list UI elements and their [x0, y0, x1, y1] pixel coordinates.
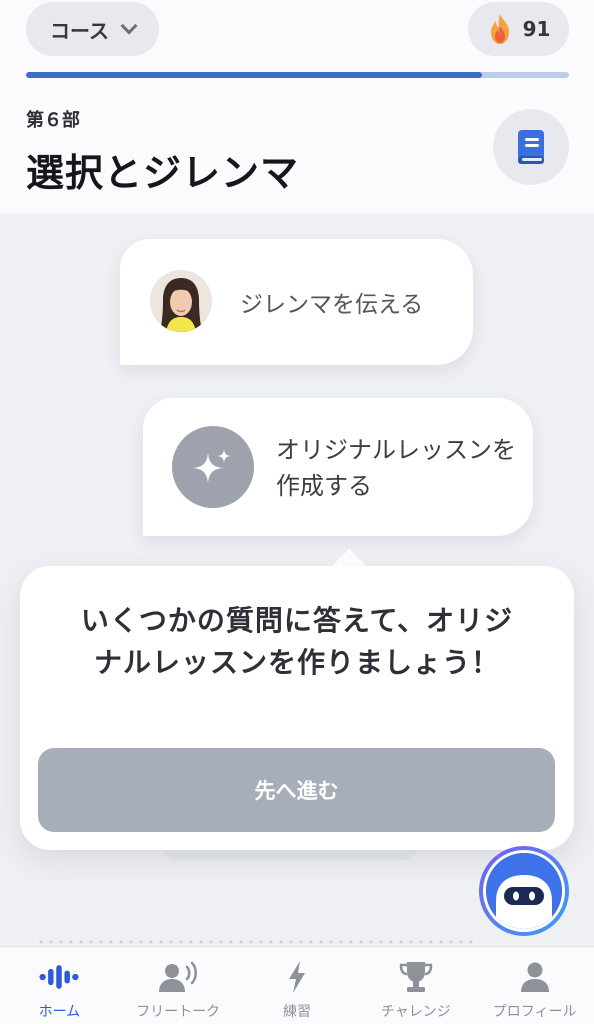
course-selector-button[interactable]: コース — [26, 2, 159, 56]
course-progress-bar — [26, 72, 569, 78]
lesson-title: ジレンマを伝える — [240, 292, 424, 318]
course-label: コース — [50, 18, 109, 43]
nav-practice[interactable]: 練習 — [238, 947, 357, 1024]
streak-count: 91 — [522, 17, 551, 41]
ai-assistant-button[interactable] — [479, 846, 569, 936]
nav-label: プロフィール — [492, 1004, 577, 1020]
nav-label: ホーム — [38, 1004, 81, 1020]
book-icon — [518, 130, 544, 164]
lesson-card-create-original[interactable]: オリジナルレッスンを作成する — [143, 398, 533, 536]
lightning-icon — [277, 959, 317, 995]
trophy-icon — [396, 959, 436, 995]
bottom-navigation: ホーム フリートーク 練習 チャレンジ プロフィール — [0, 946, 594, 1024]
robot-mascot-icon — [486, 853, 562, 929]
nav-challenge[interactable]: チャレンジ — [356, 947, 475, 1024]
header: コース 91 第６部 選択とジレンマ — [0, 0, 594, 214]
nav-label: フリートーク — [136, 1004, 221, 1020]
course-progress-fill — [26, 72, 483, 78]
flame-icon — [490, 14, 509, 44]
lesson-title: オリジナルレッスンを作成する — [276, 436, 516, 500]
nav-label: チャレンジ — [380, 1004, 451, 1020]
chevron-down-icon — [120, 17, 138, 35]
nav-free-talk[interactable]: フリートーク — [119, 947, 238, 1024]
speaking-person-icon — [158, 959, 198, 995]
next-button[interactable]: 先へ進む — [38, 748, 555, 832]
person-icon — [515, 959, 555, 995]
nav-home[interactable]: ホーム — [0, 947, 119, 1024]
path-separator — [36, 940, 476, 944]
part-label: 第６部 — [26, 110, 80, 131]
voice-wave-icon — [39, 959, 79, 995]
tooltip-message: いくつかの質問に答えて、オリジナルレッスンを作りましょう！ — [80, 604, 514, 679]
nav-profile[interactable]: プロフィール — [475, 947, 594, 1024]
tutor-avatar — [150, 270, 212, 332]
sparkle-icon — [172, 426, 254, 508]
tooltip-popup: いくつかの質問に答えて、オリジナルレッスンを作りましょう！ 先へ進む — [20, 566, 574, 850]
guidebook-button[interactable] — [493, 109, 569, 185]
lesson-card-express-dilemma[interactable]: ジレンマを伝える — [120, 239, 473, 365]
nav-label: 練習 — [282, 1004, 311, 1020]
unit-title: 選択とジレンマ — [26, 151, 300, 195]
streak-button[interactable]: 91 — [468, 2, 569, 56]
